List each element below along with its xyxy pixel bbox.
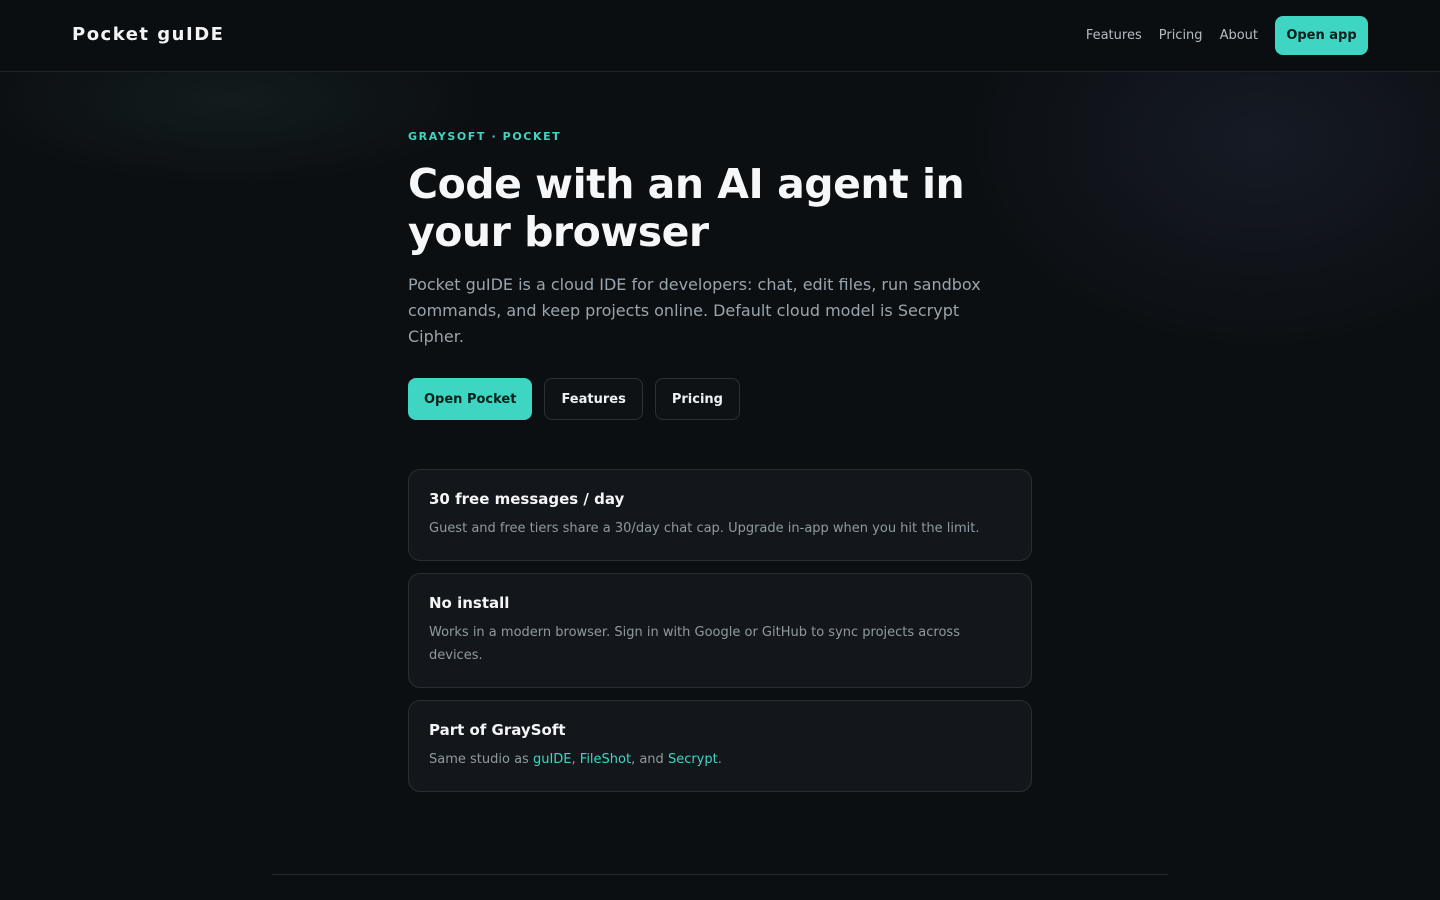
- hero-eyebrow: GRAYSOFT · POCKET: [408, 130, 562, 143]
- features-button[interactable]: Features: [544, 378, 643, 420]
- nav-link-pricing[interactable]: Pricing: [1159, 28, 1203, 43]
- pricing-button[interactable]: Pricing: [654, 378, 740, 420]
- feature-card-graysoft: Part of GraySoft Same studio as guIDE, F…: [408, 700, 1032, 792]
- feature-card-free-messages: 30 free messages / day Guest and free ti…: [408, 469, 1032, 561]
- nav-link-about[interactable]: About: [1220, 28, 1258, 43]
- nav-link-features[interactable]: Features: [1086, 28, 1142, 43]
- hero-cta-row: Open Pocket Features Pricing: [408, 378, 1032, 420]
- card-body-end: .: [717, 752, 722, 767]
- separator: ,: [571, 752, 580, 767]
- fileshot-link[interactable]: FileShot: [580, 752, 631, 767]
- landing-page: Pocket guIDE Features Pricing About Open…: [0, 0, 1440, 900]
- card-body: Guest and free tiers share a 30/day chat…: [429, 521, 980, 536]
- main-nav: Features Pricing About Open app: [1086, 16, 1368, 55]
- open-pocket-button[interactable]: Open Pocket: [408, 378, 533, 420]
- hero-description: Pocket guIDE is a cloud IDE for develope…: [408, 275, 981, 346]
- card-body: Works in a modern browser. Sign in with …: [429, 625, 960, 663]
- secrypt-link[interactable]: Secrypt: [668, 752, 718, 767]
- card-body: Same studio as guIDE, FileShot, and Secr…: [429, 748, 1011, 771]
- card-title: Part of GraySoft: [429, 721, 566, 739]
- open-app-button[interactable]: Open app: [1275, 16, 1368, 55]
- hero-headline: Code with an AI agent in your browser: [408, 160, 965, 256]
- card-title: 30 free messages / day: [429, 490, 625, 508]
- guide-link[interactable]: guIDE: [533, 752, 572, 767]
- feature-card-no-install: No install Works in a modern browser. Si…: [408, 573, 1032, 688]
- feature-cards: 30 free messages / day Guest and free ti…: [408, 469, 1032, 804]
- card-title: No install: [429, 594, 510, 612]
- footer-divider: [272, 874, 1168, 875]
- top-nav-bar: Pocket guIDE Features Pricing About Open…: [0, 0, 1440, 72]
- separator: , and: [631, 752, 668, 767]
- brand-logo[interactable]: Pocket guIDE: [72, 24, 224, 45]
- hero-section: GRAYSOFT · POCKET Code with an AI agent …: [408, 130, 1032, 420]
- card-body-text: Same studio as: [429, 752, 533, 767]
